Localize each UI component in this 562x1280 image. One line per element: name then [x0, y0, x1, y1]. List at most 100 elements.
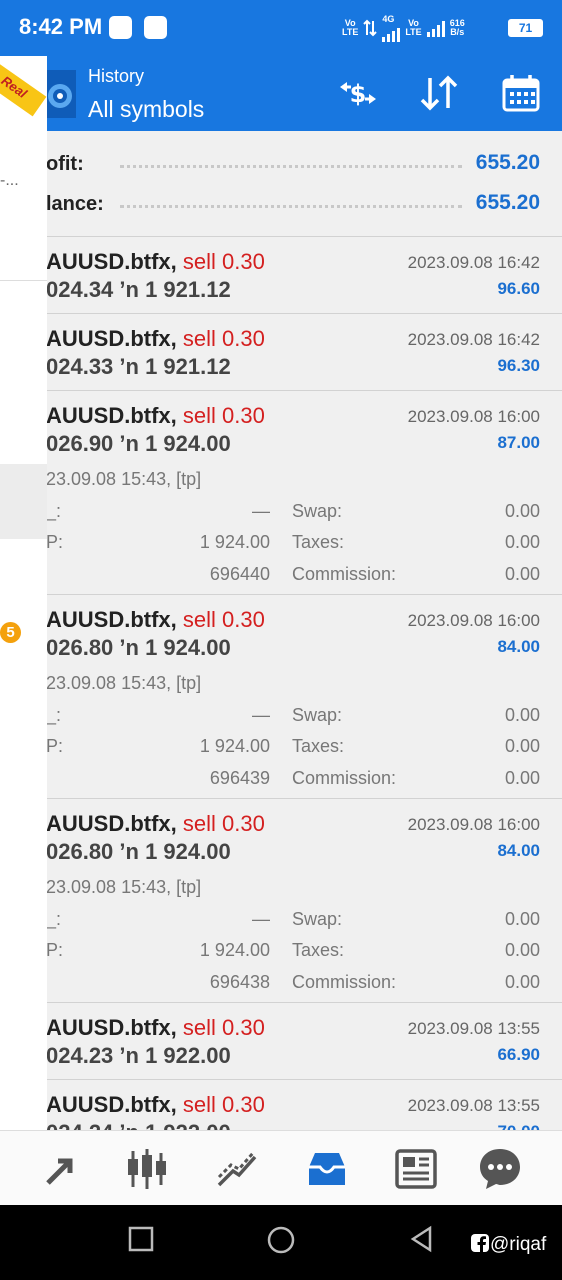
news-icon[interactable] [393, 1145, 441, 1193]
net-speed-indicator: 616 B/s [449, 18, 465, 37]
battery-icon: 71 [508, 19, 543, 37]
deal-open-time: 23.09.08 15:43, [tp] [46, 673, 202, 693]
deal-row[interactable]: AUUSD.btfx, sell 0.30 024.34 ’n 1 921.12… [0, 236, 562, 313]
deal-row-expanded[interactable]: AUUSD.btfx, sell 0.30 026.80 ’n 1 924.00… [0, 594, 562, 799]
tp-label: P: [46, 940, 64, 960]
deal-row[interactable]: AUUSD.btfx, sell 0.30 024.33 ’n 1 921.12… [0, 313, 562, 390]
sl-label: _: [46, 705, 62, 725]
deal-prices: 026.80 ’n 1 924.00 [46, 839, 231, 864]
order-id: 696438 [209, 972, 270, 992]
tp-value: 1 924.00 [199, 532, 270, 552]
deal-profit: 96.60 [497, 279, 540, 298]
order-id: 696440 [209, 564, 270, 584]
notification-icon [144, 16, 167, 39]
deal-time: 2023.09.08 13:55 [407, 1019, 540, 1038]
symbol-filter-label[interactable]: All symbols [88, 96, 204, 123]
deal-profit: 96.30 [497, 356, 540, 375]
balance-summary-row: lance: 655.20 [0, 185, 562, 225]
deal-prices: 024.34 ’n 1 921.12 [46, 277, 231, 302]
taxes-label: Taxes: [292, 940, 345, 960]
swap-value: 0.00 [504, 909, 540, 929]
commission-value: 0.00 [504, 768, 540, 788]
deal-row[interactable]: AUUSD.btfx, sell 0.30 024.23 ’n 1 922.00… [0, 1002, 562, 1079]
deal-title: AUUSD.btfx, sell 0.30 [46, 1015, 265, 1041]
deal-time: 2023.09.08 16:00 [407, 407, 540, 426]
sort-icon[interactable] [418, 72, 460, 114]
deal-title: AUUSD.btfx, sell 0.30 [46, 403, 265, 429]
drawer-selected-item[interactable] [0, 464, 47, 539]
drawer-account-item[interactable]: -... [0, 172, 19, 190]
deal-side: sell 0.30 [182, 607, 265, 632]
deal-prices: 024.23 ’n 1 922.00 [46, 1043, 231, 1068]
order-id: 696439 [209, 768, 270, 788]
volte-icon: Vo LTE [405, 18, 422, 37]
profit-summary-row: ofit: 655.20 [0, 145, 562, 185]
deal-open-time: 23.09.08 15:43, [tp] [46, 469, 202, 489]
deal-side: sell 0.30 [182, 811, 265, 836]
history-inbox-icon[interactable] [303, 1145, 351, 1193]
taxes-value: 0.00 [504, 532, 540, 552]
calendar-icon[interactable] [500, 72, 542, 114]
deal-profit: 70.00 [497, 1122, 540, 1130]
home-icon[interactable] [266, 1225, 296, 1255]
commission-label: Commission: [292, 768, 397, 788]
balance-value: 655.20 [475, 191, 540, 214]
recent-apps-icon[interactable] [127, 1225, 155, 1253]
tp-label: P: [46, 532, 64, 552]
bottom-navigation [0, 1130, 562, 1205]
deal-time: 2023.09.08 16:42 [407, 330, 540, 349]
status-time: 8:42 PM [19, 14, 103, 39]
currency-exchange-icon[interactable]: $ [337, 72, 379, 114]
deal-profit: 84.00 [497, 841, 540, 860]
chat-icon[interactable] [476, 1145, 524, 1193]
deal-row[interactable]: AUUSD.btfx, sell 0.30 024.24 ’n 1 922.00… [0, 1079, 562, 1130]
deal-symbol: AUUSD.btfx, [46, 326, 177, 351]
history-list[interactable]: ofit: 655.20 lance: 655.20 AUUSD.btfx, s… [0, 131, 562, 1130]
data-transfer-icon [363, 19, 378, 37]
candlestick-chart-icon[interactable] [123, 1145, 171, 1193]
deal-row-expanded[interactable]: AUUSD.btfx, sell 0.30 026.90 ’n 1 924.00… [0, 390, 562, 595]
deal-prices: 024.24 ’n 1 922.00 [46, 1120, 231, 1130]
deal-profit: 84.00 [497, 637, 540, 656]
swap-value: 0.00 [504, 705, 540, 725]
commission-label: Commission: [292, 972, 397, 992]
deal-time: 2023.09.08 16:00 [407, 611, 540, 630]
navigation-drawer[interactable]: Real -... 5 [0, 56, 47, 1205]
sl-value: — [252, 909, 270, 929]
deal-title: AUUSD.btfx, sell 0.30 [46, 249, 265, 275]
deal-prices: 026.90 ’n 1 924.00 [46, 431, 231, 456]
deal-symbol: AUUSD.btfx, [46, 403, 177, 428]
deal-symbol: AUUSD.btfx, [46, 607, 177, 632]
deal-profit: 87.00 [497, 433, 540, 452]
swap-label: Swap: [292, 909, 343, 929]
deal-side: sell 0.30 [182, 249, 265, 274]
drawer-notification-badge: 5 [0, 622, 21, 643]
deal-open-time: 23.09.08 15:43, [tp] [46, 877, 202, 897]
facebook-icon [471, 1234, 489, 1252]
swap-value: 0.00 [504, 501, 540, 521]
deal-title: AUUSD.btfx, sell 0.30 [46, 326, 265, 352]
taxes-label: Taxes: [292, 532, 345, 552]
taxes-value: 0.00 [504, 940, 540, 960]
deal-side: sell 0.30 [182, 403, 265, 428]
sl-label: _: [46, 909, 62, 929]
sl-value: — [252, 705, 270, 725]
trend-chart-icon[interactable] [213, 1145, 261, 1193]
deal-prices: 026.80 ’n 1 924.00 [46, 635, 231, 660]
watermark-text: @riqaf [490, 1234, 547, 1255]
real-account-ribbon: Real [0, 60, 47, 117]
deal-row-expanded[interactable]: AUUSD.btfx, sell 0.30 026.80 ’n 1 924.00… [0, 798, 562, 1003]
volte-icon: Vo LTE [342, 18, 359, 37]
system-navigation-bar: @riqaf [0, 1205, 562, 1280]
trade-arrow-icon[interactable] [38, 1145, 86, 1193]
deal-title: AUUSD.btfx, sell 0.30 [46, 1092, 265, 1118]
profit-label: ofit: [46, 153, 84, 175]
deal-profit: 66.90 [497, 1045, 540, 1064]
signal-icon [382, 24, 401, 42]
deal-time: 2023.09.08 13:55 [407, 1096, 540, 1115]
profit-value: 655.20 [475, 151, 540, 174]
deal-symbol: AUUSD.btfx, [46, 1092, 177, 1117]
back-icon[interactable] [408, 1225, 436, 1253]
tp-label: P: [46, 736, 64, 756]
drawer-divider [0, 280, 47, 281]
